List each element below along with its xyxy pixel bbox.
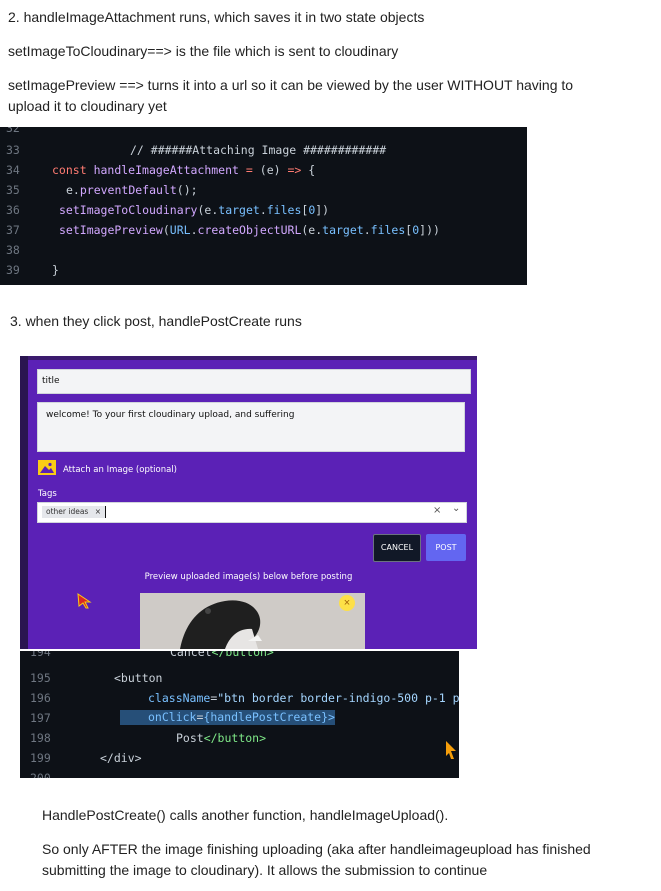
- line-number: 34: [6, 163, 20, 177]
- code-line: <button: [114, 671, 163, 685]
- code-line: className="btn border border-indigo-500 …: [148, 691, 459, 705]
- line-number: 36: [6, 203, 20, 217]
- tag-chip: other ideas ×: [42, 506, 106, 518]
- cursor-icon: [446, 741, 456, 759]
- tags-select[interactable]: other ideas × × ⌄: [37, 502, 467, 523]
- body-textarea-value: welcome! To your first cloudinary upload…: [46, 410, 295, 420]
- code-snippet-button: 194 Cancel</button> 195 <button 196 clas…: [20, 651, 459, 778]
- line-number: 194: [30, 651, 51, 659]
- tag-chip-label: other ideas: [46, 507, 89, 516]
- clear-icon[interactable]: ×: [433, 505, 441, 516]
- line-number: 195: [30, 671, 51, 685]
- step2-heading: 2. handleImageAttachment runs, which sav…: [8, 9, 425, 25]
- step2-line2b: upload it to cloudinary yet: [8, 98, 167, 114]
- image-icon[interactable]: [38, 460, 56, 475]
- image-preview: ×: [140, 593, 365, 649]
- code-line: Cancel</button>: [170, 651, 274, 659]
- code-comment: // ######Attaching Image ############: [130, 143, 387, 157]
- code-line: }: [52, 263, 59, 277]
- remove-image-icon[interactable]: ×: [339, 595, 355, 611]
- code-line: Post</button>: [176, 731, 267, 745]
- cat-photo: [140, 593, 365, 649]
- body-textarea[interactable]: welcome! To your first cloudinary upload…: [37, 402, 465, 452]
- code-line: </div>: [100, 751, 142, 765]
- left-strip: [20, 356, 28, 649]
- top-strip: [20, 356, 477, 360]
- tags-label: Tags: [38, 489, 57, 499]
- step2-line2a: setImagePreview ==> turns it into a url …: [8, 77, 574, 93]
- line-number: 196: [30, 691, 51, 705]
- title-input-value: title: [42, 376, 60, 386]
- post-form-screenshot: title welcome! To your first cloudinary …: [20, 356, 477, 649]
- text-cursor: [105, 506, 106, 518]
- code-line: setImageToCloudinary(e.target.files[0]): [59, 203, 330, 217]
- line-number: 33: [6, 143, 20, 157]
- step2-line1: setImageToCloudinary==> is the file whic…: [8, 43, 399, 59]
- line-number: 199: [30, 751, 51, 765]
- chip-remove-icon[interactable]: ×: [95, 507, 101, 516]
- line-number: 198: [30, 731, 51, 745]
- line-number: 37: [6, 223, 20, 237]
- cursor-icon: [77, 593, 92, 609]
- preview-note: Preview uploaded image(s) below before p…: [144, 572, 353, 582]
- code-line-highlighted: onClick={handlePostCreate}>: [120, 710, 335, 725]
- post-button[interactable]: POST: [426, 534, 466, 561]
- step3-heading: 3. when they click post, handlePostCreat…: [10, 313, 302, 329]
- cancel-button[interactable]: CANCEL: [373, 534, 421, 562]
- outro-line2b: submitting the image to cloudinary). It …: [42, 862, 488, 878]
- code-line: setImagePreview(URL.createObjectURL(e.ta…: [59, 223, 440, 237]
- code-line: e.preventDefault();: [66, 183, 198, 197]
- chevron-down-icon[interactable]: ⌄: [452, 503, 460, 514]
- line-number: 200: [30, 771, 51, 778]
- line-number: 32: [6, 127, 20, 135]
- outro-line2a: So only AFTER the image finishing upload…: [42, 841, 591, 857]
- code-snippet-attach: 32 33 // ######Attaching Image #########…: [0, 127, 527, 285]
- line-number: 197: [30, 711, 51, 725]
- outro-line1: HandlePostCreate() calls another functio…: [42, 807, 449, 823]
- code-line: const handleImageAttachment = (e) => {: [52, 163, 316, 177]
- line-number: 35: [6, 183, 20, 197]
- attach-image-label[interactable]: Attach an Image (optional): [63, 465, 177, 475]
- line-number: 38: [6, 243, 20, 257]
- line-number: 39: [6, 263, 20, 277]
- title-input[interactable]: title: [37, 369, 471, 394]
